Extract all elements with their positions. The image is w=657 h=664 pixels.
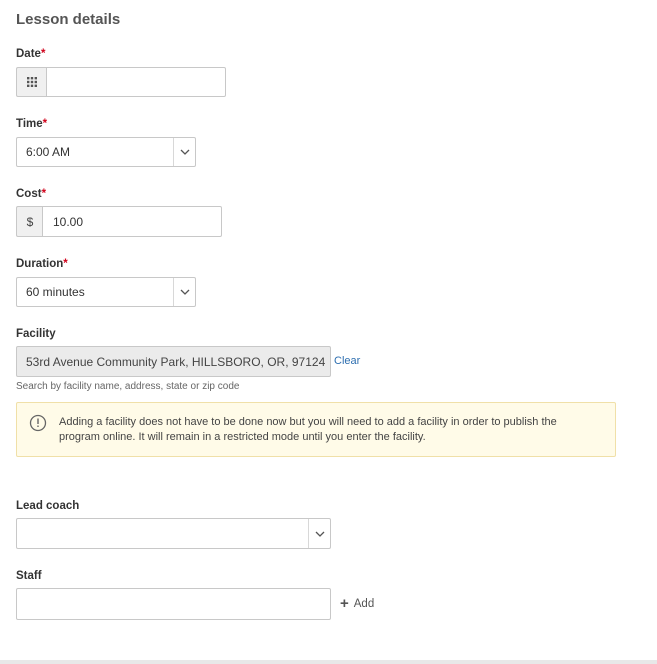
staff-label: Staff <box>16 570 42 582</box>
duration-selected-value: 60 minutes <box>26 285 85 299</box>
chevron-down-icon <box>173 278 195 306</box>
time-select[interactable]: 6:00 AM <box>16 137 196 167</box>
time-label: Time* <box>16 118 48 130</box>
facility-hint: Search by facility name, address, state … <box>16 381 240 392</box>
calendar-grid-icon <box>27 77 37 87</box>
chevron-down-icon <box>308 519 330 548</box>
info-icon <box>29 414 47 432</box>
facility-clear-link[interactable]: Clear <box>334 355 360 367</box>
calendar-button[interactable] <box>16 67 47 97</box>
chevron-down-icon <box>173 138 195 166</box>
cost-input[interactable]: 10.00 <box>42 206 222 237</box>
lesson-details-title: Lesson details <box>16 11 121 28</box>
date-input[interactable] <box>46 67 226 97</box>
plus-icon: + <box>340 595 349 612</box>
facility-label: Facility <box>16 328 56 340</box>
time-selected-value: 6:00 AM <box>26 145 71 159</box>
facility-input[interactable]: 53rd Avenue Community Park, HILLSBORO, O… <box>16 346 331 377</box>
staff-input[interactable] <box>16 588 331 620</box>
add-staff-label: Add <box>353 597 375 610</box>
add-staff-button[interactable]: + Add <box>340 596 374 611</box>
date-label: Date* <box>16 48 46 60</box>
cost-label: Cost* <box>16 188 47 200</box>
lead-coach-label: Lead coach <box>16 500 80 512</box>
facility-notice: Adding a facility does not have to be do… <box>16 402 616 457</box>
facility-notice-text: Adding a facility does not have to be do… <box>59 416 557 443</box>
lead-coach-select[interactable] <box>16 518 331 549</box>
duration-label: Duration* <box>16 258 68 270</box>
bottom-divider <box>0 660 657 664</box>
currency-addon: $ <box>16 206 43 237</box>
duration-select[interactable]: 60 minutes <box>16 277 196 307</box>
